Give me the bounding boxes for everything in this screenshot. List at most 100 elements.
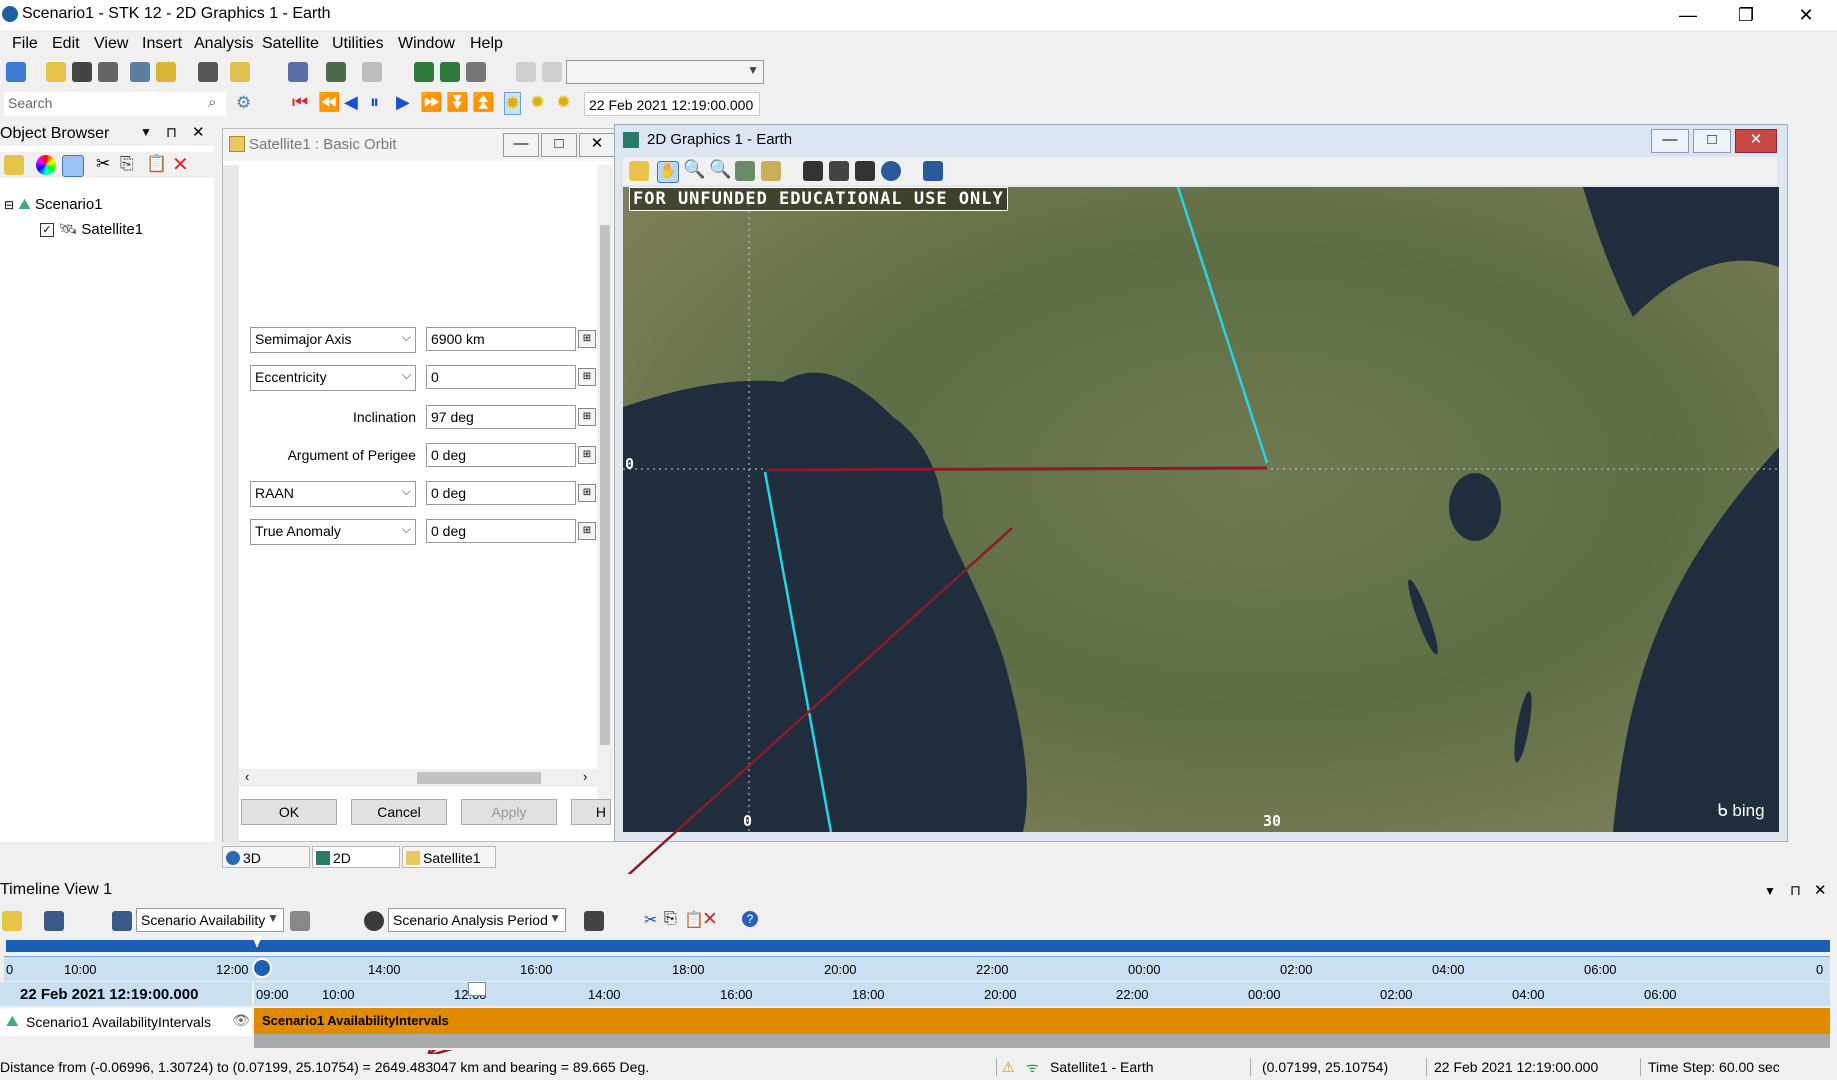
timeline-export-icon[interactable]	[584, 911, 604, 931]
panel-minimize-button[interactable]: —	[503, 133, 539, 157]
horizontal-scroll-thumb[interactable]	[417, 772, 541, 784]
semimajor-axis-field[interactable]: 6900 km	[426, 327, 576, 351]
paste-icon[interactable]: 📋	[146, 154, 167, 174]
settings-gear-icon[interactable]: ⚙	[236, 93, 251, 113]
faster-icon[interactable]: ⏫	[472, 92, 494, 113]
tab-2d-graphics[interactable]: 2D Graph...	[312, 846, 400, 888]
timeline-cut-icon[interactable]: ✂	[644, 910, 657, 930]
timeline-pin-icon[interactable]: ⊓	[1790, 882, 1801, 899]
overview-time-slider[interactable]	[252, 958, 272, 978]
chevron-down-icon[interactable]: ▼	[140, 125, 152, 139]
timeline-overview-bar[interactable]	[6, 940, 1830, 952]
map-view-icon[interactable]	[735, 161, 755, 181]
access-icon[interactable]	[326, 62, 346, 82]
eccentricity-unit-button[interactable]: ⊞	[578, 368, 596, 386]
row-visibility-icon[interactable]: 👁	[232, 1012, 250, 1029]
pan-hand-icon[interactable]: ✋	[657, 161, 679, 183]
panel-close-button[interactable]: ✕	[579, 133, 615, 157]
raan-combo[interactable]: RAAN ⌵	[250, 481, 416, 507]
globe-icon[interactable]	[881, 161, 901, 181]
search-input[interactable]: Search	[4, 92, 226, 116]
timeline-horizontal-scrollbar[interactable]	[254, 1034, 1830, 1048]
map-properties-icon[interactable]	[629, 161, 649, 181]
timeline-save-icon[interactable]	[44, 911, 64, 931]
tab-3d-graphics[interactable]: 3D Graph...	[222, 846, 310, 888]
raan-unit-button[interactable]: ⊞	[578, 484, 596, 502]
link2-icon[interactable]	[440, 62, 460, 82]
zoom-out-icon[interactable]: 🔍	[709, 159, 731, 180]
timeline-close-icon[interactable]: ✕	[1814, 881, 1827, 899]
realtime-icon[interactable]: ✹	[504, 92, 522, 115]
satellite-visibility-checkbox[interactable]: ✓	[40, 223, 54, 238]
refresh-icon[interactable]	[466, 62, 486, 82]
pin-icon[interactable]: ⊓	[166, 124, 177, 141]
apply-button[interactable]: Apply	[461, 799, 557, 825]
tree-node-satellite1[interactable]: ✓ 🛰 Satellite1	[40, 220, 143, 238]
help-button[interactable]: H	[571, 799, 611, 825]
properties-icon[interactable]	[156, 62, 176, 82]
scroll-left-icon[interactable]: ‹	[245, 769, 249, 784]
play-reverse-icon[interactable]: ◀	[344, 92, 358, 113]
menu-utilities[interactable]: Utilities	[332, 35, 384, 53]
timeline-detail-scale[interactable]: 09:00 10:00 12:00 14:00 16:00 18:00 20:0…	[254, 982, 1830, 1006]
argument-of-perigee-field[interactable]: 0 deg	[426, 443, 576, 467]
open-icon[interactable]	[46, 62, 66, 82]
report-icon[interactable]	[230, 62, 250, 82]
x-realtime-icon[interactable]: ✹	[530, 92, 545, 113]
timeline-chevron-down-icon[interactable]: ▼	[1764, 884, 1776, 898]
object-select-combo[interactable]: ▼	[566, 60, 764, 84]
measure-icon[interactable]	[829, 161, 849, 181]
availability-combo[interactable]: Scenario Availability ▼	[136, 908, 284, 932]
zoom-in-icon[interactable]: 🔍	[683, 159, 705, 180]
step-forward-icon[interactable]: ⏩	[420, 92, 442, 113]
menu-insert[interactable]: Insert	[142, 35, 182, 53]
ok-button[interactable]: OK	[241, 799, 337, 825]
menu-file[interactable]: File	[12, 35, 38, 53]
inclination-unit-button[interactable]: ⊞	[578, 408, 596, 426]
map-snapshot-icon[interactable]	[761, 161, 781, 181]
map-close-button[interactable]: ✕	[1735, 129, 1777, 153]
delete-icon[interactable]: ✕	[172, 152, 189, 177]
overview-scale[interactable]: 0 10:00 12:00 14:00 16:00 18:00 20:00 22…	[4, 956, 1830, 981]
vertical-scroll-thumb[interactable]	[600, 225, 610, 745]
cut-icon[interactable]: ✂	[96, 154, 110, 174]
menu-satellite[interactable]: Satellite	[262, 35, 319, 53]
restore-button[interactable]: ❐	[1726, 2, 1766, 28]
save-icon[interactable]	[72, 62, 92, 82]
step-back-icon[interactable]: ⏪	[318, 92, 340, 113]
map-record-icon[interactable]	[855, 161, 875, 181]
panel-maximize-button[interactable]: □	[541, 133, 577, 157]
analysis-period-icon[interactable]	[364, 911, 384, 931]
inclination-field[interactable]: 97 deg	[426, 405, 576, 429]
eccentricity-combo[interactable]: Eccentricity ⌵	[250, 365, 416, 391]
availability-interval-bar[interactable]: Scenario1 AvailabilityIntervals	[254, 1008, 1830, 1034]
help-icon[interactable]: ?	[742, 911, 758, 927]
detail-time-slider[interactable]	[468, 982, 486, 996]
menu-help[interactable]: Help	[470, 35, 503, 53]
chain-icon[interactable]	[362, 62, 382, 82]
new-icon[interactable]	[4, 155, 24, 175]
save-all-icon[interactable]	[98, 62, 118, 82]
ruler-icon[interactable]	[803, 161, 823, 181]
current-time-field[interactable]: 22 Feb 2021 12:19:00.000	[584, 92, 760, 116]
print-icon[interactable]	[198, 62, 218, 82]
argument-of-perigee-unit-button[interactable]: ⊞	[578, 446, 596, 464]
eccentricity-field[interactable]: 0	[426, 365, 576, 389]
analysis-period-combo[interactable]: Scenario Analysis Period ▼	[388, 908, 566, 932]
menu-analysis[interactable]: Analysis	[194, 35, 254, 53]
true-anomaly-unit-button[interactable]: ⊞	[578, 522, 596, 540]
map-maximize-button[interactable]: □	[1693, 129, 1731, 153]
new-scenario-icon[interactable]	[6, 62, 26, 82]
semimajor-axis-combo[interactable]: Semimajor Axis ⌵	[250, 327, 416, 353]
timeline-delete-icon[interactable]: ✕	[702, 908, 718, 931]
semimajor-axis-unit-button[interactable]: ⊞	[578, 330, 596, 348]
play-forward-icon[interactable]: ▶	[396, 92, 410, 113]
menu-view[interactable]: View	[94, 35, 128, 53]
graph-icon[interactable]	[288, 62, 308, 82]
cancel-button[interactable]: Cancel	[351, 799, 447, 825]
reset-animation-icon[interactable]: ⏮	[292, 92, 308, 113]
slower-icon[interactable]: ⏬	[446, 92, 468, 113]
horizontal-scrollbar[interactable]: ‹ ›	[239, 769, 597, 787]
vertical-scrollbar[interactable]	[597, 165, 613, 801]
tab-satellite1[interactable]: Satellite1 ...	[402, 846, 496, 888]
